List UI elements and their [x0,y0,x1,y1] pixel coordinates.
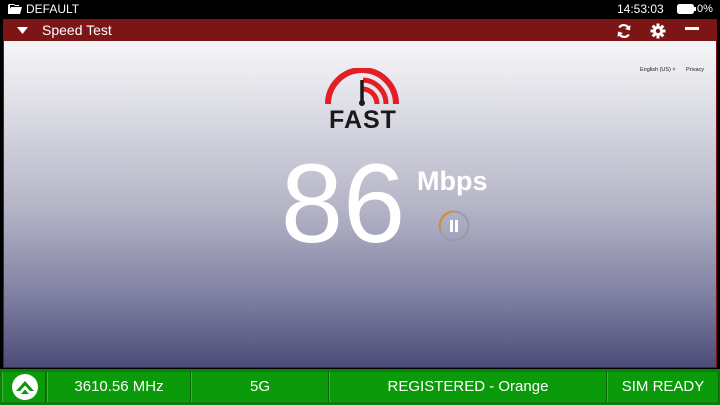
network-type-cell: 5G [191,372,329,402]
speed-test-content: English (US) ˅ Privacy FAST 86 Mbps [4,41,716,367]
app-logo-cell[interactable] [2,372,46,402]
window-title: Speed Test [42,22,112,38]
caret-down-icon[interactable] [17,27,28,34]
speed-unit: Mbps [417,166,488,196]
minimize-icon[interactable] [685,27,699,31]
refresh-icon[interactable] [616,23,632,39]
battery-percent: 0% [697,3,713,15]
folder-icon [8,4,22,14]
status-bar: DEFAULT 14:53:03 0% [0,0,720,18]
speed-value: 86 [280,141,406,266]
fast-logo-text: FAST [329,106,397,134]
status-footer: 3610.56 MHz 5G REGISTERED - Orange SIM R… [0,369,720,405]
status-time: 14:53:03 [617,2,664,16]
privacy-link[interactable]: Privacy [686,67,704,73]
window-titlebar: Speed Test [4,20,716,41]
frequency-cell: 3610.56 MHz [47,372,191,402]
pause-icon[interactable] [437,209,471,243]
battery-icon [677,4,696,14]
profile-name: DEFAULT [26,2,80,16]
app-logo-icon [12,374,38,400]
registration-cell: REGISTERED - Orange [329,372,607,402]
speed-test-window: Speed Test English (US) ˅ Privacy FAST 8… [3,19,717,368]
speedometer-logo-icon [325,68,399,106]
gear-icon[interactable] [650,23,666,39]
sim-status-cell: SIM READY [607,372,719,402]
language-selector[interactable]: English (US) ˅ [640,67,676,73]
